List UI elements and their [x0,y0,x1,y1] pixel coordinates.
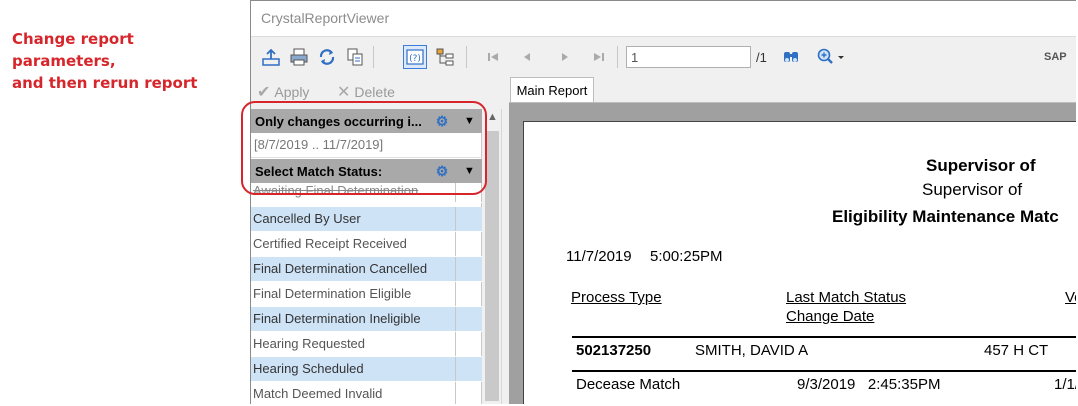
divider [572,370,1076,372]
record-process-type: Decease Match [576,376,681,393]
crystal-report-viewer-window: CrystalReportViewer (?) 1 /1 SAP ✔ Apply… [250,0,1076,404]
scrollbar-thumb[interactable] [485,131,499,401]
scroll-up-icon[interactable]: ▲ [487,111,498,123]
annotation-text: Change report parameters, and then rerun… [12,28,242,94]
delete-label: Delete [354,84,395,100]
report-heading: Eligibility Maintenance Matc [832,207,1059,226]
list-item[interactable]: Cancelled By User [251,207,482,232]
zoom-icon[interactable] [813,45,849,69]
record-name: SMITH, DAVID A [695,342,809,359]
first-page-icon[interactable] [481,45,505,69]
record-id: 502137250 [576,342,652,359]
checkmark-icon: ✔ [257,84,271,101]
find-icon[interactable] [779,45,803,69]
apply-label: Apply [274,84,310,100]
highlight-annotation [241,101,487,195]
record-change-date: 9/3/2019 2:45:35PM [797,376,941,393]
list-item[interactable]: Final Determination Eligible [251,282,482,307]
report-title: Supervisor of [926,156,1036,175]
column-header-vo: Vo [1065,289,1076,306]
list-item[interactable]: Certified Receipt Received [251,232,482,257]
group-tree-icon[interactable] [433,45,457,69]
print-icon[interactable] [287,45,311,69]
column-header-last-match-status: Last Match Status [786,289,907,306]
record-address: 457 H CT [984,342,1049,359]
next-page-icon[interactable] [553,45,577,69]
sap-logo: SAP [1044,51,1067,63]
list-item[interactable]: Match Deemed Invalid [251,382,482,404]
annotation-line-1: Change report parameters, [12,30,134,70]
list-item[interactable]: Final Determination Ineligible [251,307,482,332]
page-total: /1 [756,50,767,65]
column-header-process-type: Process Type [571,289,662,306]
delete-button[interactable]: ✕ Delete [337,82,395,102]
report-viewer-area: Supervisor of Supervisor of Eligibility … [509,102,1076,404]
copy-icon[interactable] [343,45,367,69]
tab-main-report[interactable]: Main Report [510,77,594,102]
report-date: 11/7/2019 [566,248,632,265]
report-page: Supervisor of Supervisor of Eligibility … [523,121,1076,404]
refresh-icon[interactable] [315,45,339,69]
x-icon: ✕ [337,84,351,101]
list-item[interactable]: Final Determination Cancelled [251,257,482,282]
column-header-change-date: Change Date [786,308,875,325]
parameter-actions: ✔ Apply ✕ Delete [251,79,491,103]
title-bar: CrystalReportViewer [251,1,1076,37]
apply-button[interactable]: ✔ Apply [257,82,309,102]
list-item[interactable]: Hearing Requested [251,332,482,357]
list-item[interactable]: Hearing Scheduled [251,357,482,382]
page-number-input[interactable] [626,46,751,68]
last-page-icon[interactable] [587,45,611,69]
toggle-parameter-panel-icon[interactable]: (?) [403,45,427,69]
report-subtitle: Supervisor of [922,180,1023,199]
divider [572,336,1076,338]
export-icon[interactable] [259,45,283,69]
annotation-line-2: and then rerun report [12,74,198,92]
svg-text:(?): (?) [409,54,421,64]
previous-page-icon[interactable] [515,45,539,69]
report-time: 5:00:25PM [650,248,723,265]
window-title: CrystalReportViewer [261,10,390,26]
record-tail-value: 1/1/ [1054,376,1076,393]
toolbar: (?) /1 SAP [251,39,1076,77]
